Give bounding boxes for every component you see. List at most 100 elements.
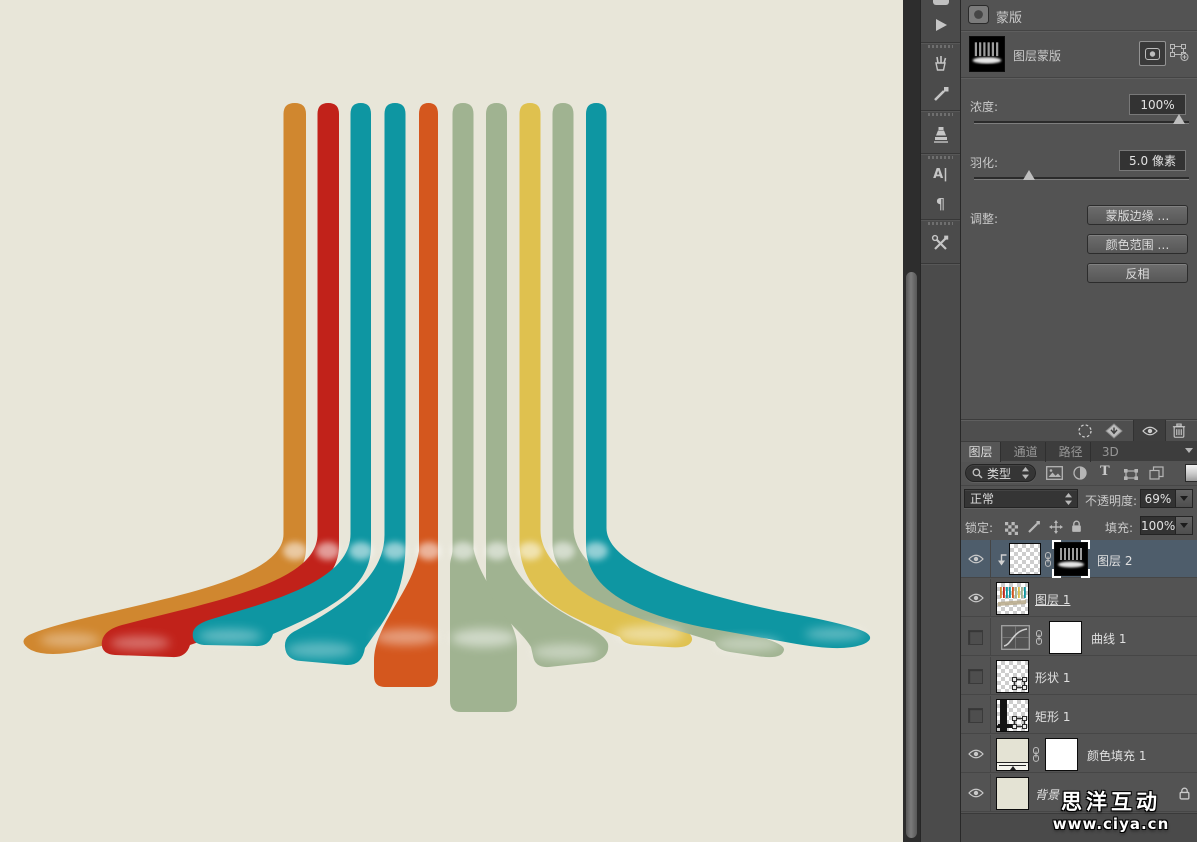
filter-adjustment-layers-button[interactable] bbox=[1073, 465, 1087, 484]
filter-shape-layers-button[interactable] bbox=[1123, 466, 1139, 485]
layer-thumbnail[interactable] bbox=[996, 699, 1029, 732]
lock-pixels-button[interactable] bbox=[1027, 519, 1041, 538]
brush-panel-button[interactable] bbox=[921, 79, 960, 109]
fill-combo[interactable]: 100% bbox=[1140, 516, 1193, 535]
scrollbar-thumb[interactable] bbox=[906, 272, 917, 838]
layer-mask-thumbnail[interactable] bbox=[969, 36, 1005, 72]
tab-paths[interactable]: 路径 bbox=[1051, 442, 1091, 462]
visibility-toggle[interactable] bbox=[961, 540, 991, 578]
lock-position-button[interactable] bbox=[1049, 519, 1063, 538]
panel-dock: A| ¶ bbox=[921, 0, 961, 842]
lock-all-button[interactable] bbox=[1071, 518, 1082, 537]
visibility-toggle[interactable] bbox=[961, 657, 991, 695]
filter-pixel-layers-button[interactable] bbox=[1046, 465, 1063, 484]
add-vector-mask-button[interactable] bbox=[1169, 43, 1189, 65]
layer-thumbnail[interactable] bbox=[996, 582, 1029, 615]
layer-name[interactable]: 曲线 1 bbox=[1091, 630, 1126, 647]
pixel-mask-icon bbox=[1145, 48, 1160, 60]
layer-row-形状-1[interactable]: 形状 1 bbox=[961, 657, 1197, 695]
stripe-teal-right bbox=[586, 103, 870, 648]
adjust-label: 调整: bbox=[970, 210, 998, 227]
panel-menu-icon[interactable] bbox=[1185, 448, 1193, 453]
lock-label: 锁定: bbox=[965, 519, 993, 536]
actions-panel-button[interactable] bbox=[921, 10, 960, 40]
paragraph-panel-button[interactable]: ¶ bbox=[921, 190, 960, 218]
load-selection-from-mask-button[interactable] bbox=[1077, 423, 1093, 443]
background-thumbnail[interactable] bbox=[996, 777, 1029, 810]
visibility-toggle[interactable] bbox=[961, 735, 991, 773]
blend-mode-dropdown[interactable]: 正常 bbox=[964, 489, 1078, 508]
layer-row-曲线-1[interactable]: 曲线 1 bbox=[961, 618, 1197, 656]
visibility-toggle[interactable] bbox=[961, 774, 991, 812]
layer-thumbnail[interactable] bbox=[996, 660, 1029, 693]
watermark-url: www.ciya.cn bbox=[1028, 815, 1194, 834]
feather-slider[interactable] bbox=[974, 177, 1189, 179]
feather-slider-thumb[interactable] bbox=[1023, 170, 1035, 180]
layer-row-矩形-1[interactable]: 矩形 1 bbox=[961, 696, 1197, 734]
density-label: 浓度: bbox=[970, 98, 998, 115]
image-icon bbox=[1046, 466, 1063, 480]
fill-dropdown-arrow[interactable] bbox=[1175, 517, 1192, 534]
tool-presets-panel-button[interactable] bbox=[921, 226, 960, 260]
properties-panel-title: 蒙版 bbox=[996, 7, 1022, 26]
lock-transparency-button[interactable] bbox=[1005, 520, 1018, 539]
filter-type-layers-button[interactable]: T bbox=[1100, 464, 1110, 479]
filter-kind-dropdown[interactable]: 类型 bbox=[965, 464, 1036, 482]
opacity-dropdown-arrow[interactable] bbox=[1175, 490, 1192, 507]
layer-name[interactable]: 图层 2 bbox=[1097, 552, 1132, 569]
tab-channels[interactable]: 通道 bbox=[1006, 442, 1046, 462]
layer-row-图层-1[interactable]: 图层 1 bbox=[961, 579, 1197, 617]
color-range-button[interactable]: 颜色范围 … bbox=[1087, 234, 1188, 254]
properties-panel: 蒙版 图层蒙版 bbox=[961, 0, 1197, 441]
mask-link-icon[interactable] bbox=[1035, 630, 1043, 645]
fill-mask-thumbnail[interactable] bbox=[1045, 738, 1078, 771]
layer-name[interactable]: 图层 1 bbox=[1035, 591, 1070, 608]
disable-mask-button[interactable] bbox=[1133, 420, 1166, 442]
layer-thumbnail-art bbox=[997, 583, 1028, 614]
stamp-icon bbox=[932, 126, 950, 143]
visibility-toggle[interactable] bbox=[961, 618, 991, 656]
layer-row-颜色填充-1[interactable]: 颜色填充 1 bbox=[961, 735, 1197, 773]
photoshop-window: A| ¶ 蒙版 bbox=[0, 0, 1197, 842]
filter-smart-objects-button[interactable] bbox=[1149, 465, 1164, 484]
filter-switch[interactable] bbox=[1185, 464, 1197, 482]
mask-panel-icon bbox=[968, 5, 989, 24]
layer-thumbnail[interactable] bbox=[1009, 543, 1041, 575]
document-canvas[interactable] bbox=[0, 0, 903, 842]
clipped-panel-icon bbox=[933, 0, 949, 5]
layer-row-图层-2[interactable]: 图层 2 bbox=[961, 540, 1197, 578]
visibility-toggle[interactable] bbox=[961, 696, 991, 734]
trash-icon bbox=[1172, 423, 1186, 438]
layer-name[interactable]: 形状 1 bbox=[1035, 669, 1070, 686]
eye-icon bbox=[968, 749, 984, 759]
tab-3d[interactable]: 3D bbox=[1096, 442, 1124, 462]
density-slider-thumb[interactable] bbox=[1173, 114, 1185, 124]
tools-icon bbox=[931, 234, 950, 253]
layer-name[interactable]: 颜色填充 1 bbox=[1087, 747, 1146, 764]
visibility-toggle[interactable] bbox=[961, 579, 991, 617]
character-panel-button[interactable]: A| bbox=[921, 160, 960, 188]
mask-link-icon[interactable] bbox=[1044, 552, 1052, 567]
invert-button[interactable]: 反相 bbox=[1087, 263, 1188, 283]
fill-layer-thumbnail[interactable] bbox=[996, 738, 1029, 771]
brush-presets-panel-button[interactable] bbox=[921, 49, 960, 77]
density-slider[interactable] bbox=[974, 121, 1189, 123]
tab-layers[interactable]: 图层 bbox=[961, 442, 1001, 462]
feather-value[interactable]: 5.0 像素 bbox=[1119, 150, 1186, 171]
select-pixel-mask-button[interactable] bbox=[1139, 41, 1166, 66]
density-value[interactable]: 100% bbox=[1129, 94, 1186, 115]
adjustment-mask-thumbnail[interactable] bbox=[1049, 621, 1082, 654]
apply-mask-button[interactable] bbox=[1105, 423, 1123, 443]
layer-mask-thumbnail-selected[interactable] bbox=[1054, 542, 1088, 576]
mask-edge-button[interactable]: 蒙版边缘 … bbox=[1087, 205, 1188, 225]
delete-mask-button[interactable] bbox=[1172, 423, 1186, 442]
right-panel-group: 蒙版 图层蒙版 bbox=[960, 0, 1197, 842]
vector-badge-icon bbox=[1011, 716, 1028, 730]
opacity-combo[interactable]: 69% bbox=[1140, 489, 1193, 508]
mask-link-icon[interactable] bbox=[1032, 747, 1040, 762]
mask-thumbnail-art bbox=[970, 37, 1004, 71]
layer-name[interactable]: 矩形 1 bbox=[1035, 708, 1070, 725]
canvas-vertical-scrollbar[interactable] bbox=[903, 0, 921, 842]
spinner-arrows-icon bbox=[1022, 467, 1029, 479]
clone-source-panel-button[interactable] bbox=[921, 117, 960, 151]
